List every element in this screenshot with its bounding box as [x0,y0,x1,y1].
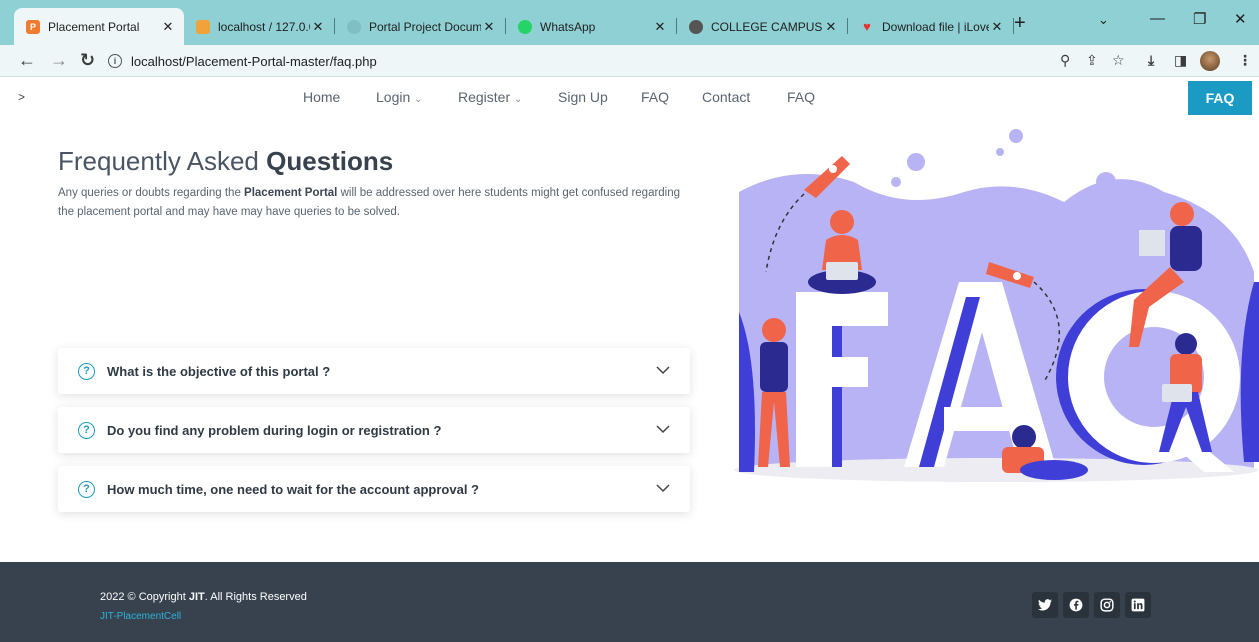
close-tab-icon[interactable]: ✕ [823,19,839,35]
tab-title: Download file | iLove [882,19,989,34]
download-icon[interactable]: ⤓ [1148,52,1154,69]
phpmyadmin-favicon-icon [196,19,210,34]
reload-icon[interactable]: ↻ [80,50,95,70]
question-circle-icon: ? [78,362,95,380]
share-icon[interactable]: ⇪ [1086,52,1098,69]
site-footer: 2022 © Copyright JIT. All Rights Reserve… [0,562,1259,642]
faq-item-login-problem[interactable]: ? Do you find any problem during login o… [58,407,690,453]
page-title: Frequently Asked Questions [58,146,394,176]
faq-question: How much time, one need to wait for the … [107,481,479,497]
tab-title: COLLEGE CAMPUS RE [711,19,823,34]
chevron-down-icon [656,366,670,375]
chevron-down-icon [656,484,670,493]
tab-whatsapp[interactable]: WhatsApp ✕ [506,8,676,45]
tab-ilovepdf[interactable]: ♥ Download file | iLove ✕ [848,8,1013,45]
chevron-down-icon: ⌄ [514,94,523,105]
nav-register-label: Register [458,89,511,105]
site-info-icon[interactable]: i [108,54,122,68]
tab-title: Placement Portal [48,19,140,34]
close-tab-icon[interactable]: ✕ [481,19,497,35]
browser-tab-strip: P Placement Portal ✕ localhost / 127.0.0… [0,0,1259,45]
restore-icon[interactable]: ❐ [1193,10,1206,28]
heart-favicon-icon: ♥ [863,19,871,34]
faq-question: Do you find any problem during login or … [107,422,442,438]
menu-dots-icon[interactable]: ⋮ [1238,52,1252,69]
tab-placement-portal[interactable]: P Placement Portal ✕ [14,8,184,45]
close-tab-icon[interactable]: ✕ [310,19,326,35]
copyright-text: 2022 © Copyright JIT. All Rights Reserve… [100,591,307,603]
tab-portal-docs[interactable]: Portal Project Docum ✕ [335,8,505,45]
tab-college-campus[interactable]: COLLEGE CAMPUS RE ✕ [677,8,847,45]
question-circle-icon: ? [78,421,95,439]
new-tab-icon[interactable]: + [1014,12,1026,35]
nav-register[interactable]: Register ⌄ [458,89,522,105]
forward-icon[interactable]: → [50,50,68,70]
page-description: Any queries or doubts regarding the Plac… [58,187,681,218]
tab-search-icon[interactable]: ⌄ [1098,12,1109,28]
faq-question: What is the objective of this portal ? [107,363,331,379]
faq-item-approval-time[interactable]: ? How much time, one need to wait for th… [58,466,690,512]
url-text: localhost/Placement-Portal-master/faq.ph… [131,53,377,69]
nav-login-label: Login [376,89,411,105]
nav-login[interactable]: Login ⌄ [376,89,423,105]
nav-home[interactable]: Home [303,89,340,105]
faq-button[interactable]: FAQ [1188,81,1252,115]
faq-illustration [734,129,1259,482]
nav-sign-up[interactable]: Sign Up [558,89,608,105]
twitter-icon[interactable] [1032,592,1058,618]
profile-avatar[interactable] [1200,51,1220,71]
close-tab-icon[interactable]: ✕ [160,19,176,35]
menu-toggle-icon[interactable]: > [18,90,25,104]
minimize-icon[interactable]: — [1150,10,1165,27]
close-tab-icon[interactable]: ✕ [652,19,668,35]
chevron-down-icon [656,425,670,434]
bookmark-star-icon[interactable]: ☆ [1112,52,1125,69]
tab-title: localhost / 127.0.0.1 / [218,19,310,34]
nav-contact[interactable]: Contact [702,89,750,105]
site-navbar: > Home Login ⌄ Register ⌄ Sign Up FAQ Co… [0,78,1259,118]
whatsapp-favicon-icon [518,19,532,34]
portal-favicon-icon: P [26,19,40,34]
faq-item-objective[interactable]: ? What is the objective of this portal ? [58,348,690,394]
address-toolbar: ← → ↻ i localhost/Placement-Portal-maste… [0,45,1259,77]
zoom-icon[interactable]: ⚲ [1060,52,1070,69]
globe-favicon-icon [689,19,703,34]
address-bar[interactable]: i localhost/Placement-Portal-master/faq.… [108,49,1008,73]
tab-title: WhatsApp [540,19,596,34]
facebook-icon[interactable] [1063,592,1089,618]
back-icon[interactable]: ← [18,50,36,70]
instagram-icon[interactable] [1094,592,1120,618]
tab-phpmyadmin[interactable]: localhost / 127.0.0.1 / ✕ [184,8,334,45]
side-panel-icon[interactable]: ◨ [1174,52,1187,69]
docs-favicon-icon [347,19,361,34]
chevron-down-icon: ⌄ [414,94,423,105]
linkedin-icon[interactable] [1125,592,1151,618]
tab-title: Portal Project Docum [369,19,481,34]
nav-faq-2[interactable]: FAQ [787,89,815,105]
close-tab-icon[interactable]: ✕ [989,19,1005,35]
nav-faq[interactable]: FAQ [641,89,669,105]
question-circle-icon: ? [78,480,95,498]
credit-link[interactable]: JIT-PlacementCell [100,611,181,622]
close-window-icon[interactable]: ✕ [1234,10,1247,28]
